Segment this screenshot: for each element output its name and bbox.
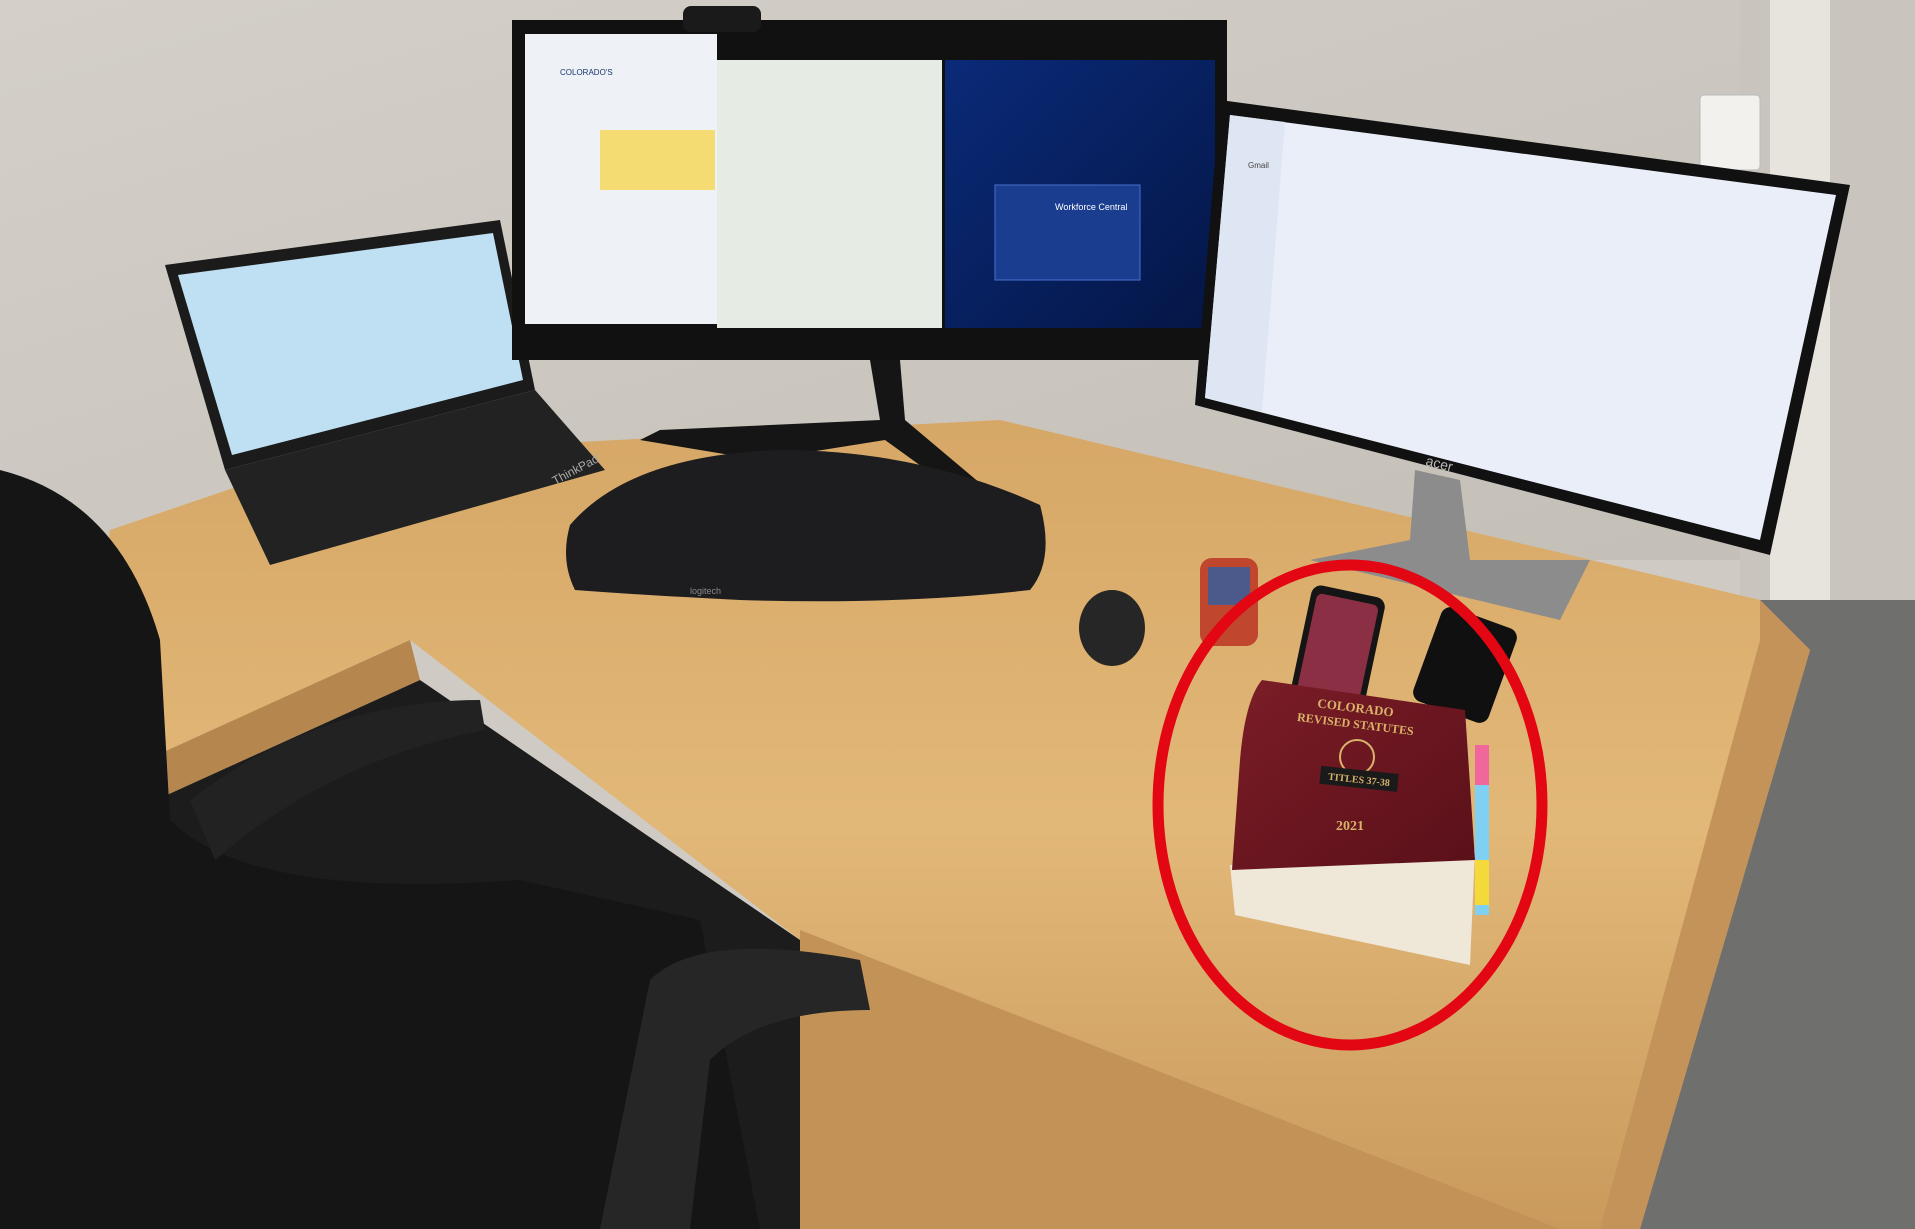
- book-tab-pink: [1475, 745, 1489, 785]
- desk-photo: ThinkPad Workforce Central COLORADO'S Gm…: [0, 0, 1915, 1229]
- keyboard-brand-text: logitech: [690, 586, 721, 596]
- book-year: 2021: [1336, 819, 1364, 834]
- left-monitor-title: COLORADO'S: [560, 68, 613, 77]
- gmail-label: Gmail: [1248, 161, 1269, 170]
- workforce-title: Workforce Central: [1055, 202, 1127, 212]
- webcam: [683, 6, 761, 32]
- workforce-login-card: [994, 184, 1141, 281]
- computer-mouse: [1079, 590, 1145, 666]
- screen-yellow-rows: [600, 130, 715, 190]
- center-monitor-map: [717, 60, 942, 328]
- book-tab-yellow: [1475, 860, 1489, 905]
- light-switch: [1699, 94, 1761, 171]
